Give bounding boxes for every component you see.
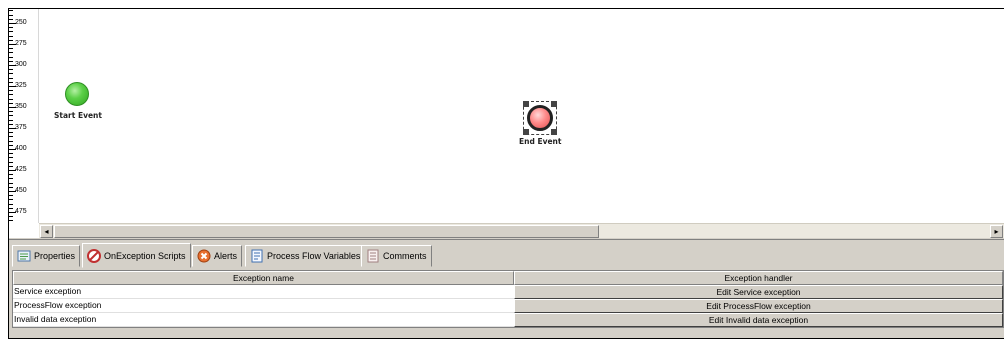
edit-processflow-exception-button[interactable]: Edit ProcessFlow exception bbox=[514, 299, 1003, 313]
tab-label: Properties bbox=[34, 251, 76, 261]
ruler-label: 325 bbox=[15, 82, 27, 89]
scroll-right-button[interactable]: ▸ bbox=[990, 225, 1003, 238]
exception-name-cell: Service exception bbox=[13, 285, 514, 299]
ruler-tick bbox=[9, 31, 13, 33]
ruler-tick bbox=[9, 115, 13, 117]
edit-service-exception-button[interactable]: Edit Service exception bbox=[514, 285, 1003, 299]
process-canvas[interactable]: 250 275 300 325 350 375 400 425 450 475 Start Eve… bbox=[9, 9, 1004, 224]
exception-name-cell: Invalid data exception bbox=[13, 313, 514, 327]
ruler-tick bbox=[9, 174, 13, 176]
ruler-tick bbox=[9, 14, 13, 16]
table-row: Service exception Edit Service exception bbox=[13, 285, 1003, 299]
end-event-label: End Event bbox=[519, 137, 562, 146]
start-event-label: Start Event bbox=[54, 111, 102, 120]
variables-icon bbox=[250, 249, 264, 263]
ruler-label: 275 bbox=[15, 40, 27, 47]
column-header-exception-name: Exception name bbox=[13, 271, 514, 285]
properties-tab-bar: Properties OnException Scripts Alerts Pr… bbox=[9, 239, 1004, 269]
ruler-tick bbox=[9, 182, 13, 184]
ruler-tick bbox=[9, 203, 13, 205]
ruler-label: 475 bbox=[15, 208, 27, 215]
ruler-corner bbox=[9, 223, 39, 238]
ruler-tick bbox=[9, 132, 13, 134]
ruler-label: 250 bbox=[15, 19, 27, 26]
table-row: ProcessFlow exception Edit ProcessFlow e… bbox=[13, 299, 1003, 313]
alerts-icon bbox=[197, 249, 211, 263]
ruler-tick bbox=[9, 207, 13, 209]
ruler-tick bbox=[9, 60, 13, 62]
ruler-label: 425 bbox=[15, 166, 27, 173]
scroll-left-icon: ◂ bbox=[44, 227, 49, 236]
ruler-tick bbox=[9, 123, 13, 125]
ruler-tick bbox=[9, 178, 13, 180]
ruler-tick bbox=[9, 73, 13, 75]
scroll-left-button[interactable]: ◂ bbox=[40, 225, 53, 238]
ruler-tick bbox=[9, 69, 13, 71]
ruler-tick bbox=[9, 153, 13, 155]
tab-label: Comments bbox=[383, 251, 427, 261]
ruler-tick bbox=[9, 90, 13, 92]
tab-label: Process Flow Variables bbox=[267, 251, 361, 261]
ruler-tick bbox=[9, 157, 13, 159]
tab-label: OnException Scripts bbox=[104, 250, 186, 261]
ruler-tick bbox=[9, 18, 13, 20]
ruler-tick bbox=[9, 77, 13, 79]
ruler-tick bbox=[9, 119, 13, 121]
exception-scripts-icon bbox=[87, 248, 101, 263]
ruler-tick bbox=[9, 140, 13, 142]
scroll-right-icon: ▸ bbox=[994, 227, 999, 236]
table-row: Invalid data exception Edit Invalid data… bbox=[13, 313, 1003, 327]
ruler-tick bbox=[9, 98, 13, 100]
ruler-label: 450 bbox=[15, 187, 27, 194]
end-event-node[interactable] bbox=[527, 105, 553, 131]
process-editor-window: 250 275 300 325 350 375 400 425 450 475 Start Eve… bbox=[8, 8, 1004, 339]
horizontal-scrollbar[interactable]: ◂ ▸ bbox=[39, 223, 1004, 238]
ruler-tick bbox=[9, 136, 13, 138]
ruler-tick bbox=[9, 165, 13, 167]
tab-properties[interactable]: Properties bbox=[12, 245, 81, 267]
column-header-exception-handler: Exception handler bbox=[514, 271, 1003, 285]
tab-alerts[interactable]: Alerts bbox=[192, 245, 243, 267]
ruler-tick bbox=[9, 199, 13, 201]
ruler-tick bbox=[9, 52, 13, 54]
ruler-label: 400 bbox=[15, 145, 27, 152]
ruler-tick bbox=[9, 10, 13, 12]
ruler-tick bbox=[9, 81, 13, 83]
ruler-tick bbox=[9, 111, 13, 113]
ruler-label: 300 bbox=[15, 61, 27, 68]
ruler-tick bbox=[9, 102, 13, 104]
ruler-tick bbox=[9, 186, 13, 188]
ruler-label: 350 bbox=[15, 103, 27, 110]
ruler-tick bbox=[9, 39, 13, 41]
edit-invalid-data-exception-button[interactable]: Edit Invalid data exception bbox=[514, 313, 1003, 327]
properties-icon bbox=[17, 249, 31, 263]
exception-name-cell: ProcessFlow exception bbox=[13, 299, 514, 313]
comments-icon bbox=[366, 249, 380, 263]
tab-onexception-scripts[interactable]: OnException Scripts bbox=[82, 243, 191, 268]
ruler-tick bbox=[9, 161, 13, 163]
table-header-row: Exception name Exception handler bbox=[13, 271, 1003, 285]
ruler-label: 375 bbox=[15, 124, 27, 131]
vertical-ruler: 250 275 300 325 350 375 400 425 450 475 bbox=[9, 9, 39, 224]
tab-comments[interactable]: Comments bbox=[361, 245, 432, 267]
start-event-node[interactable] bbox=[65, 82, 89, 106]
ruler-tick bbox=[9, 195, 13, 197]
tab-label: Alerts bbox=[214, 251, 238, 261]
ruler-tick bbox=[9, 94, 13, 96]
ruler-tick bbox=[9, 144, 13, 146]
ruler-tick bbox=[9, 220, 13, 222]
ruler-tick bbox=[9, 48, 13, 50]
tab-process-flow-variables[interactable]: Process Flow Variables bbox=[245, 245, 366, 267]
ruler-tick bbox=[9, 216, 13, 218]
exception-handlers-table: Exception name Exception handler Service… bbox=[12, 270, 1004, 328]
ruler-tick bbox=[9, 56, 13, 58]
ruler-tick bbox=[9, 35, 13, 37]
scrollbar-thumb[interactable] bbox=[54, 225, 599, 238]
ruler-tick bbox=[9, 27, 13, 29]
